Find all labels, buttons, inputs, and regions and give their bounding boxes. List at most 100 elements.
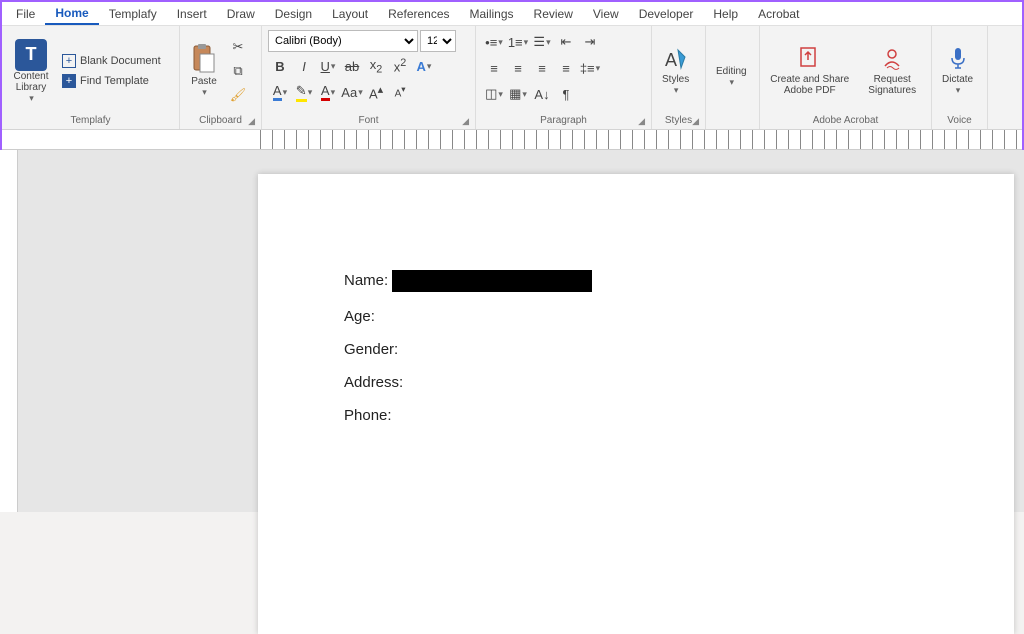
create-share-pdf-button[interactable]: Create and Share Adobe PDF — [764, 30, 855, 112]
paragraph-launcher[interactable]: ◢ — [638, 116, 645, 127]
grow-font-button[interactable]: A▴ — [364, 80, 388, 104]
redaction-block — [392, 270, 592, 292]
group-voice: Dictate ▾ Voice — [932, 26, 988, 129]
font-color-button2[interactable]: A▾ — [268, 80, 292, 104]
horizontal-ruler[interactable] — [2, 130, 1022, 150]
clipboard-launcher[interactable]: ◢ — [248, 116, 255, 127]
dictate-button[interactable]: Dictate ▾ — [936, 30, 979, 112]
format-painter-button[interactable]: 🖌 — [226, 83, 250, 107]
shrink-font-button[interactable]: A▾ — [388, 80, 412, 104]
chevron-down-icon: ▾ — [956, 85, 961, 96]
tab-insert[interactable]: Insert — [167, 4, 217, 24]
linespace-icon: ‡≡ — [580, 61, 595, 76]
editing-label: Editing — [716, 66, 747, 77]
tab-help[interactable]: Help — [703, 4, 748, 24]
tab-layout[interactable]: Layout — [322, 4, 378, 24]
svg-text:A: A — [665, 50, 677, 70]
font-launcher[interactable]: ◢ — [462, 116, 469, 127]
vertical-ruler[interactable] — [0, 150, 18, 512]
text-effects-button[interactable]: A▾ — [412, 54, 436, 78]
align-right-button[interactable]: ≡ — [530, 56, 554, 80]
tab-view[interactable]: View — [583, 4, 629, 24]
sort-button[interactable]: A↓ — [530, 82, 554, 106]
dec-indent-icon: ⇤ — [561, 34, 572, 50]
tab-acrobat[interactable]: Acrobat — [748, 4, 809, 24]
plus-doc-icon: + — [62, 54, 76, 68]
copy-button[interactable]: ⧉ — [226, 59, 250, 83]
strikethrough-button[interactable]: ab — [340, 54, 364, 78]
group-label-clipboard: Clipboard◢ — [184, 114, 257, 127]
styles-label: Styles — [662, 74, 689, 85]
align-left-button[interactable]: ≡ — [482, 56, 506, 80]
underline-button[interactable]: U▾ — [316, 54, 340, 78]
borders-button[interactable]: ▦▾ — [506, 82, 530, 106]
group-styles: A Styles ▾ Styles ◢ — [652, 26, 706, 129]
underline-icon: U — [321, 59, 330, 74]
font-name-select[interactable]: Calibri (Body) — [268, 30, 418, 52]
superscript-button[interactable]: x2 — [388, 54, 412, 78]
tab-file[interactable]: File — [6, 4, 45, 24]
copy-icon: ⧉ — [233, 63, 242, 79]
group-clipboard: Paste ▾ ✂ ⧉ 🖌 Clipboard◢ — [180, 26, 262, 129]
italic-icon: I — [302, 59, 306, 74]
highlight-icon: ✎ — [296, 83, 307, 102]
show-marks-button[interactable]: ¶ — [554, 82, 578, 106]
bullets-button[interactable]: •≡▾ — [482, 30, 506, 54]
content-library-button[interactable]: T Content Library ▾ — [6, 30, 56, 112]
document-body[interactable]: Name: Age: Gender: Address: Phone: — [258, 174, 1014, 424]
line-spacing-button[interactable]: ‡≡▾ — [578, 56, 602, 80]
highlight-button[interactable]: ✎▾ — [292, 80, 316, 104]
ribbon: T Content Library ▾ + Blank Document + F… — [2, 26, 1022, 130]
tab-templafy[interactable]: Templafy — [99, 4, 167, 24]
multilevel-button[interactable]: ☰▾ — [530, 30, 554, 54]
create-share-label-1: Create and Share — [770, 74, 849, 85]
chevron-down-icon: ▾ — [29, 93, 34, 104]
chevron-down-icon: ▾ — [674, 85, 679, 96]
tab-mailings[interactable]: Mailings — [460, 4, 524, 24]
italic-button[interactable]: I — [292, 54, 316, 78]
align-center-button[interactable]: ≡ — [506, 56, 530, 80]
fontcolor-icon: A — [321, 83, 330, 101]
request-signatures-button[interactable]: Request Signatures — [857, 30, 927, 112]
group-font: Calibri (Body) 12 B I U▾ ab x2 x2 A▾ A▾ … — [262, 26, 476, 129]
strike-icon: ab — [345, 59, 359, 74]
numbering-button[interactable]: 1≡▾ — [506, 30, 530, 54]
field-age: Age: — [344, 308, 1014, 325]
tab-draw[interactable]: Draw — [217, 4, 265, 24]
document-page[interactable]: Name: Age: Gender: Address: Phone: — [258, 174, 1014, 634]
bullets-icon: •≡ — [485, 35, 497, 50]
multilevel-icon: ☰ — [533, 34, 545, 50]
shading-button[interactable]: ◫▾ — [482, 82, 506, 106]
bold-icon: B — [275, 59, 284, 74]
styles-launcher[interactable]: ◢ — [692, 116, 699, 127]
tab-references[interactable]: References — [378, 4, 459, 24]
editing-button[interactable]: Editing ▾ — [710, 36, 753, 118]
font-size-select[interactable]: 12 — [420, 30, 456, 52]
change-case-button[interactable]: Aa▾ — [340, 80, 364, 104]
tab-home[interactable]: Home — [45, 3, 98, 25]
pilcrow-icon: ¶ — [563, 87, 570, 102]
group-label-paragraph: Paragraph◢ — [480, 114, 647, 127]
blank-document-button[interactable]: + Blank Document — [58, 52, 165, 70]
increase-indent-button[interactable]: ⇥ — [578, 30, 602, 54]
borders-icon: ▦ — [509, 86, 521, 102]
find-template-label: Find Template — [80, 75, 149, 87]
plus-template-icon: + — [62, 74, 76, 88]
group-label-editing — [710, 125, 755, 127]
brush-icon: 🖌 — [230, 87, 247, 103]
decrease-indent-button[interactable]: ⇤ — [554, 30, 578, 54]
find-template-button[interactable]: + Find Template — [58, 72, 165, 90]
tab-review[interactable]: Review — [524, 4, 583, 24]
tab-developer[interactable]: Developer — [629, 4, 704, 24]
paste-button[interactable]: Paste ▾ — [184, 30, 224, 112]
bold-button[interactable]: B — [268, 54, 292, 78]
tab-design[interactable]: Design — [265, 4, 322, 24]
group-editing: Editing ▾ — [706, 26, 760, 129]
alignleft-icon: ≡ — [490, 61, 498, 76]
styles-button[interactable]: A Styles ▾ — [656, 30, 695, 112]
justify-button[interactable]: ≡ — [554, 56, 578, 80]
group-label-voice: Voice — [936, 114, 983, 127]
cut-button[interactable]: ✂ — [226, 35, 250, 59]
subscript-button[interactable]: x2 — [364, 54, 388, 78]
font-color-button[interactable]: A▾ — [316, 80, 340, 104]
